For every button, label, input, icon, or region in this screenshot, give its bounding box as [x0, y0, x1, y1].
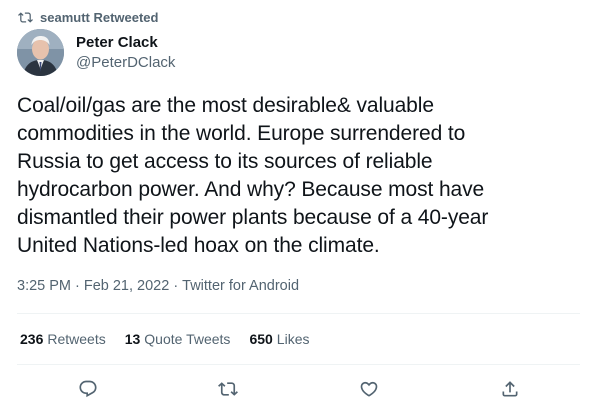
likes-label: Likes — [276, 331, 310, 347]
reply-icon — [79, 380, 97, 398]
retweets-count: 236 — [20, 331, 44, 347]
retweets-label: Retweets — [47, 331, 106, 347]
meta-separator: · — [173, 278, 179, 294]
like-button[interactable] — [357, 377, 381, 401]
quote-tweets-label: Quote Tweets — [144, 331, 231, 347]
likes-stat[interactable]: 650 Likes — [249, 331, 309, 347]
quote-tweets-stat[interactable]: 13 Quote Tweets — [125, 331, 231, 347]
avatar[interactable] — [17, 29, 64, 76]
divider — [17, 364, 580, 365]
share-button[interactable] — [498, 377, 522, 401]
retweets-stat[interactable]: 236 Retweets — [20, 331, 106, 347]
meta-separator: · — [75, 278, 80, 294]
divider — [17, 313, 580, 314]
author-name[interactable]: Peter Clack — [76, 34, 158, 51]
reply-button[interactable] — [76, 377, 100, 401]
author-handle[interactable]: @PeterDClack — [76, 54, 175, 71]
retweet-banner[interactable]: seamutt Retweeted — [18, 8, 158, 26]
tweet-time[interactable]: 3:25 PM — [17, 278, 71, 294]
like-icon — [360, 381, 378, 397]
tweet-text: Coal/oil/gas are the most desirable& val… — [17, 94, 489, 257]
avatar-image — [17, 29, 64, 76]
likes-count: 650 — [249, 331, 273, 347]
tweet-date[interactable]: Feb 21, 2022 — [84, 278, 169, 294]
tweet-meta: 3:25 PM · Feb 21, 2022 · Twitter for And… — [17, 278, 299, 294]
retweet-banner-text: seamutt Retweeted — [40, 9, 159, 25]
retweet-icon — [18, 11, 33, 23]
share-icon — [502, 381, 518, 397]
quote-tweets-count: 13 — [124, 331, 141, 347]
retweet-icon — [218, 382, 238, 396]
retweet-button[interactable] — [216, 377, 240, 401]
tweet-source[interactable]: Twitter for Android — [182, 278, 299, 294]
tweet-stats: 236 Retweets 13 Quote Tweets 650 Likes — [20, 331, 309, 347]
